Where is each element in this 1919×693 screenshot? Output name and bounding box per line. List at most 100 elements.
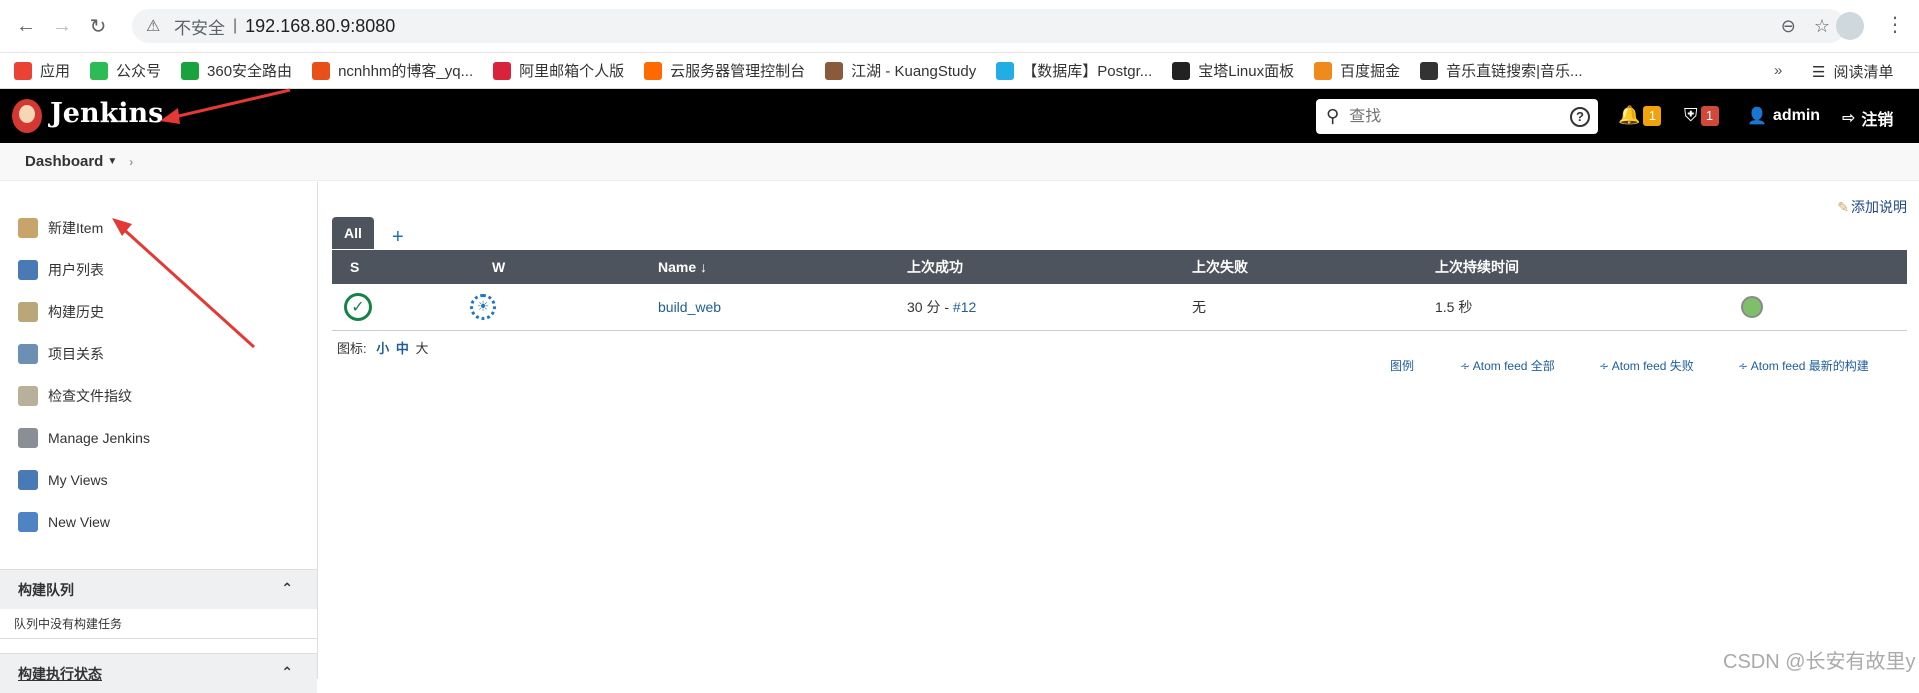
security-count-badge: 1 (1700, 105, 1719, 126)
sidebar-item-label: 项目关系 (48, 346, 104, 362)
chevron-up-icon[interactable]: ⌃ (281, 664, 293, 681)
bookmark-item[interactable]: 公众号 (90, 60, 161, 81)
weather-cell: ☀ (470, 284, 632, 331)
sidebar-item[interactable]: 新建Item (0, 207, 317, 249)
bookmark-item[interactable]: 360安全路由 (181, 60, 292, 81)
sidebar-item[interactable]: 检查文件指纹 (0, 375, 317, 417)
feed-failures-link[interactable]: ∻ Atom feed 失败 (1599, 357, 1694, 374)
bookmarks-bar: 应用 公众号 360安全路由 ncnhhm的博客_yq... 阿里邮箱个人版 云服务器管理… (0, 53, 1919, 89)
bookmark-item[interactable]: 云服务器管理控制台 (644, 60, 805, 81)
security-alerts-button[interactable]: ⛨ 1 (1684, 105, 1719, 126)
tab-all[interactable]: All (332, 217, 374, 249)
feed-latest-link[interactable]: ∻ Atom feed 最新的构建 (1738, 357, 1869, 374)
bookmark-icon (1314, 61, 1333, 80)
search-box[interactable]: ⚲ ? (1316, 99, 1598, 134)
bookmark-label: 音乐直链搜索|音乐... (1446, 63, 1583, 80)
sidebar-item-label: 检查文件指纹 (48, 388, 132, 404)
sunny-weather-icon[interactable]: ☀ (470, 293, 496, 320)
breadcrumb-dashboard[interactable]: Dashboard (25, 153, 103, 170)
column-actions (1745, 250, 1907, 284)
legend-link[interactable]: 图例 (1390, 357, 1414, 374)
bookmark-icon (996, 61, 1015, 80)
add-description-link[interactable]: ✎ 添加说明 (1837, 197, 1907, 217)
zoom-icon[interactable]: ⊖ (1781, 16, 1796, 37)
schedule-build-icon[interactable] (1741, 295, 1763, 318)
column-weather[interactable]: W (492, 250, 632, 284)
address-bar[interactable]: ⚠ 不安全 | 192.168.80.9:8080 ⊖ ☆ (132, 9, 1846, 43)
sidebar-item[interactable]: 构建历史 (0, 291, 317, 333)
logout-button[interactable]: ⇨ 注销 (1842, 106, 1893, 130)
bookmark-icon (1420, 61, 1439, 80)
jenkins-title[interactable]: Jenkins (50, 98, 163, 129)
column-status[interactable]: S (332, 250, 492, 284)
bookmark-item[interactable]: 江湖 - KuangStudy (825, 60, 976, 81)
executors-title[interactable]: 构建执行状态 (18, 664, 102, 684)
bookmark-item[interactable]: 【数据库】Postgr... (996, 60, 1152, 81)
bookmark-icon (825, 61, 844, 80)
reading-list-button[interactable]: ☰ 阅读清单 (1812, 61, 1893, 82)
bookmark-item[interactable]: 宝塔Linux面板 (1172, 60, 1294, 81)
bookmark-item[interactable]: ncnhhm的博客_yq... (312, 60, 473, 81)
icon-size-small[interactable]: 小 (376, 341, 389, 356)
table-row: ✓ ☀ build_web 30 分 - #12 无 1.5 秒 (332, 284, 1907, 331)
star-icon[interactable]: ☆ (1814, 16, 1830, 37)
feed-failures-label: Atom feed 失败 (1611, 359, 1694, 373)
column-last-duration[interactable]: 上次持续时间 (1435, 250, 1745, 284)
url-text[interactable]: 192.168.80.9:8080 (245, 16, 395, 37)
column-last-failure[interactable]: 上次失败 (1192, 250, 1435, 284)
task-icon (18, 428, 38, 448)
status-cell: ✓ (332, 284, 492, 331)
icon-size-medium[interactable]: 中 (396, 341, 409, 356)
sidebar-item[interactable]: Manage Jenkins (0, 417, 317, 459)
icon-size-row: 图标: 小 中 大 (337, 338, 429, 357)
address-bar-actions: ⊖ ☆ (1781, 16, 1830, 37)
chevron-down-icon[interactable]: ▼ (107, 156, 117, 167)
user-menu[interactable]: 👤 admin (1747, 106, 1820, 126)
sidebar-item-label: New View (48, 514, 110, 530)
icon-size-label: 图标: (337, 341, 367, 356)
last-failure-cell: 无 (1192, 284, 1435, 331)
success-check-icon[interactable]: ✓ (344, 292, 372, 321)
build-link[interactable]: #12 (953, 299, 976, 315)
bookmark-icon (644, 61, 663, 80)
notification-count-badge: 1 (1643, 105, 1662, 126)
bookmark-label: 【数据库】Postgr... (1022, 63, 1153, 80)
watermark: CSDN @长安有故里y (1723, 651, 1916, 673)
notifications-button[interactable]: 🔔 1 (1618, 105, 1662, 126)
column-name[interactable]: Name ↓ (632, 250, 907, 284)
sidebar-item[interactable]: New View (0, 501, 317, 543)
build-queue-title[interactable]: 构建队列 (18, 580, 74, 600)
search-input[interactable] (1349, 107, 1550, 126)
chevron-up-icon[interactable]: ⌃ (281, 580, 293, 597)
bookmarks-more-button[interactable]: » (1774, 62, 1782, 79)
rss-icon: ∻ (1460, 359, 1473, 373)
sidebar-item[interactable]: My Views (0, 459, 317, 501)
reload-icon[interactable]: ↻ (84, 12, 112, 40)
bookmark-item[interactable]: 应用 (14, 60, 70, 81)
task-icon (18, 386, 38, 406)
menu-icon[interactable]: ⋮ (1885, 12, 1905, 37)
bookmark-label: 江湖 - KuangStudy (851, 63, 977, 80)
reading-list-label: 阅读清单 (1833, 64, 1894, 81)
bookmark-icon (90, 61, 109, 80)
profile-avatar[interactable] (1836, 12, 1864, 40)
feed-all-link[interactable]: ∻ Atom feed 全部 (1460, 357, 1555, 374)
job-link[interactable]: build_web (658, 299, 721, 315)
column-last-success[interactable]: 上次成功 (907, 250, 1192, 284)
sidebar-item[interactable]: 用户列表 (0, 249, 317, 291)
bookmark-item[interactable]: 百度掘金 (1314, 60, 1400, 81)
bookmark-item[interactable]: 阿里邮箱个人版 (493, 60, 624, 81)
jenkins-logo-icon[interactable] (12, 99, 42, 133)
add-view-button[interactable]: + (392, 225, 404, 249)
back-icon[interactable]: ← (12, 12, 40, 40)
build-queue-header[interactable]: 构建队列 ⌃ (0, 569, 317, 609)
sidebar-item[interactable]: 项目关系 (0, 333, 317, 375)
executors-header[interactable]: 构建执行状态 ⌃ (0, 653, 317, 693)
help-icon[interactable]: ? (1570, 106, 1590, 127)
separator: | (233, 17, 238, 34)
icon-size-large[interactable]: 大 (416, 341, 429, 356)
forward-icon[interactable]: → (48, 12, 76, 40)
bookmark-item[interactable]: 音乐直链搜索|音乐... (1420, 60, 1583, 81)
sidebar-item-label: 用户列表 (48, 262, 104, 278)
table-header-row: S W Name ↓ 上次成功 上次失败 上次持续时间 (332, 250, 1907, 284)
